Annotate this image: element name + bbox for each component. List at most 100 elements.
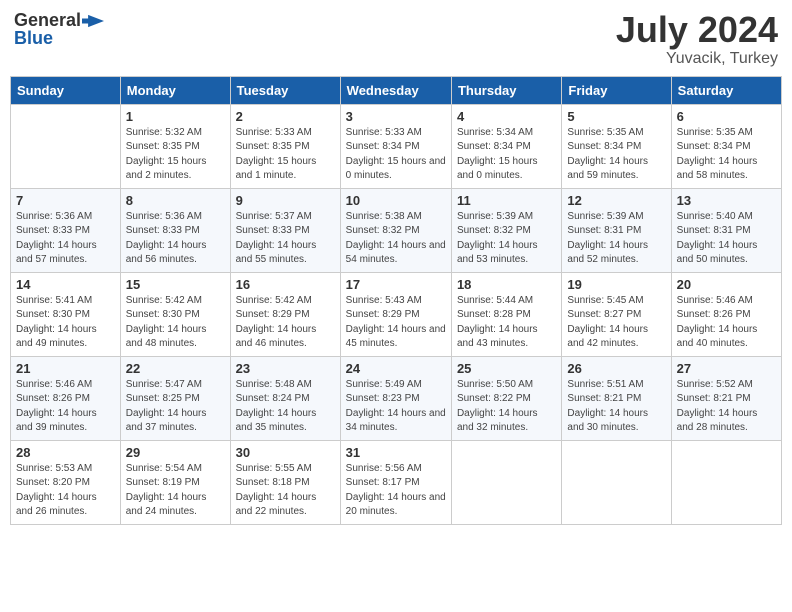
calendar-cell: 31 Sunrise: 5:56 AMSunset: 8:17 PMDayligh… [340,440,451,524]
day-number: 7 [16,193,115,208]
day-number: 2 [236,109,335,124]
calendar-table: SundayMondayTuesdayWednesdayThursdayFrid… [10,76,782,525]
day-info: Sunrise: 5:50 AMSunset: 8:22 PMDaylight:… [457,378,556,436]
day-number: 20 [677,277,776,292]
calendar-week-4: 21 Sunrise: 5:46 AMSunset: 8:26 PMDayligh… [11,356,782,440]
day-info: Sunrise: 5:48 AMSunset: 8:24 PMDaylight:… [236,378,335,436]
calendar-cell: 21 Sunrise: 5:46 AMSunset: 8:26 PMDayligh… [11,356,121,440]
logo-arrow-icon [82,12,104,30]
day-info: Sunrise: 5:42 AMSunset: 8:29 PMDaylight:… [236,294,335,352]
calendar-cell: 12Sunrise: 5:39 AMSunset: 8:31 PMDayligh… [562,188,671,272]
calendar-week-5: 28 Sunrise: 5:53 AMSunset: 8:20 PMDayligh… [11,440,782,524]
page-header: General Blue July 2024 Yuvacik, Turkey [10,10,782,68]
calendar-cell: 23 Sunrise: 5:48 AMSunset: 8:24 PMDayligh… [230,356,340,440]
calendar-cell: 27 Sunrise: 5:52 AMSunset: 8:21 PMDayligh… [671,356,781,440]
day-info: Sunrise: 5:32 AMSunset: 8:35 PMDaylight:… [126,126,225,184]
day-info: Sunrise: 5:52 AMSunset: 8:21 PMDaylight:… [677,378,776,436]
day-info: Sunrise: 5:41 AMSunset: 8:30 PMDaylight:… [16,294,115,352]
day-number: 19 [567,277,665,292]
day-info: Sunrise: 5:54 AMSunset: 8:19 PMDaylight:… [126,462,225,520]
calendar-week-1: 1 Sunrise: 5:32 AMSunset: 8:35 PMDaylight… [11,104,782,188]
calendar-cell: 16Sunrise: 5:42 AMSunset: 8:29 PMDayligh… [230,272,340,356]
calendar-cell [671,440,781,524]
calendar-cell: 14 Sunrise: 5:41 AMSunset: 8:30 PMDayligh… [11,272,121,356]
calendar-cell: 8Sunrise: 5:36 AMSunset: 8:33 PMDaylight… [120,188,230,272]
weekday-header-thursday: Thursday [451,76,561,104]
calendar-cell: 18 Sunrise: 5:44 AMSunset: 8:28 PMDayligh… [451,272,561,356]
calendar-cell: 22 Sunrise: 5:47 AMSunset: 8:25 PMDayligh… [120,356,230,440]
day-info: Sunrise: 5:56 AMSunset: 8:17 PMDaylight:… [346,462,446,520]
day-info: Sunrise: 5:46 AMSunset: 8:26 PMDaylight:… [16,378,115,436]
calendar-cell: 10Sunrise: 5:38 AMSunset: 8:32 PMDayligh… [340,188,451,272]
day-number: 11 [457,193,556,208]
weekday-header-wednesday: Wednesday [340,76,451,104]
calendar-cell: 26 Sunrise: 5:51 AMSunset: 8:21 PMDayligh… [562,356,671,440]
day-number: 4 [457,109,556,124]
calendar-cell: 28 Sunrise: 5:53 AMSunset: 8:20 PMDayligh… [11,440,121,524]
day-number: 9 [236,193,335,208]
day-number: 29 [126,445,225,460]
day-info: Sunrise: 5:53 AMSunset: 8:20 PMDaylight:… [16,462,115,520]
day-number: 23 [236,361,335,376]
day-number: 14 [16,277,115,292]
calendar-cell: 2 Sunrise: 5:33 AMSunset: 8:35 PMDaylight… [230,104,340,188]
calendar-cell: 13Sunrise: 5:40 AMSunset: 8:31 PMDayligh… [671,188,781,272]
calendar-cell: 3 Sunrise: 5:33 AMSunset: 8:34 PMDaylight… [340,104,451,188]
calendar-cell: 29 Sunrise: 5:54 AMSunset: 8:19 PMDayligh… [120,440,230,524]
calendar-cell: 5Sunrise: 5:35 AMSunset: 8:34 PMDaylight… [562,104,671,188]
day-number: 5 [567,109,665,124]
day-info: Sunrise: 5:35 AMSunset: 8:34 PMDaylight:… [677,126,776,184]
day-number: 18 [457,277,556,292]
calendar-cell: 30Sunrise: 5:55 AMSunset: 8:18 PMDayligh… [230,440,340,524]
day-number: 21 [16,361,115,376]
day-info: Sunrise: 5:47 AMSunset: 8:25 PMDaylight:… [126,378,225,436]
day-number: 27 [677,361,776,376]
month-title: July 2024 [616,10,778,50]
day-number: 31 [346,445,446,460]
logo-blue: Blue [14,28,53,49]
calendar-week-2: 7 Sunrise: 5:36 AMSunset: 8:33 PMDaylight… [11,188,782,272]
day-info: Sunrise: 5:36 AMSunset: 8:33 PMDaylight:… [16,210,115,268]
day-number: 25 [457,361,556,376]
day-number: 22 [126,361,225,376]
day-info: Sunrise: 5:37 AMSunset: 8:33 PMDaylight:… [236,210,335,268]
calendar-header-row: SundayMondayTuesdayWednesdayThursdayFrid… [11,76,782,104]
calendar-cell: 17 Sunrise: 5:43 AMSunset: 8:29 PMDayligh… [340,272,451,356]
weekday-header-tuesday: Tuesday [230,76,340,104]
logo: General Blue [14,10,104,49]
calendar-cell [562,440,671,524]
calendar-cell: 4Sunrise: 5:34 AMSunset: 8:34 PMDaylight… [451,104,561,188]
calendar-cell: 15Sunrise: 5:42 AMSunset: 8:30 PMDayligh… [120,272,230,356]
day-info: Sunrise: 5:39 AMSunset: 8:31 PMDaylight:… [567,210,665,268]
day-info: Sunrise: 5:51 AMSunset: 8:21 PMDaylight:… [567,378,665,436]
calendar-cell: 6 Sunrise: 5:35 AMSunset: 8:34 PMDaylight… [671,104,781,188]
day-number: 26 [567,361,665,376]
day-info: Sunrise: 5:40 AMSunset: 8:31 PMDaylight:… [677,210,776,268]
calendar-cell: 11 Sunrise: 5:39 AMSunset: 8:32 PMDayligh… [451,188,561,272]
title-block: July 2024 Yuvacik, Turkey [616,10,778,68]
day-number: 28 [16,445,115,460]
day-info: Sunrise: 5:44 AMSunset: 8:28 PMDaylight:… [457,294,556,352]
day-number: 3 [346,109,446,124]
calendar-cell: 1 Sunrise: 5:32 AMSunset: 8:35 PMDaylight… [120,104,230,188]
weekday-header-friday: Friday [562,76,671,104]
day-number: 1 [126,109,225,124]
day-number: 24 [346,361,446,376]
day-info: Sunrise: 5:33 AMSunset: 8:35 PMDaylight:… [236,126,335,184]
day-info: Sunrise: 5:45 AMSunset: 8:27 PMDaylight:… [567,294,665,352]
calendar-cell: 24Sunrise: 5:49 AMSunset: 8:23 PMDayligh… [340,356,451,440]
logo-container: General Blue [14,10,104,49]
day-number: 17 [346,277,446,292]
day-info: Sunrise: 5:39 AMSunset: 8:32 PMDaylight:… [457,210,556,268]
day-info: Sunrise: 5:42 AMSunset: 8:30 PMDaylight:… [126,294,225,352]
calendar-cell: 20Sunrise: 5:46 AMSunset: 8:26 PMDayligh… [671,272,781,356]
calendar-cell: 7 Sunrise: 5:36 AMSunset: 8:33 PMDaylight… [11,188,121,272]
calendar-cell: 25 Sunrise: 5:50 AMSunset: 8:22 PMDayligh… [451,356,561,440]
day-number: 6 [677,109,776,124]
calendar-cell: 9 Sunrise: 5:37 AMSunset: 8:33 PMDaylight… [230,188,340,272]
day-number: 10 [346,193,446,208]
day-info: Sunrise: 5:36 AMSunset: 8:33 PMDaylight:… [126,210,225,268]
day-info: Sunrise: 5:43 AMSunset: 8:29 PMDaylight:… [346,294,446,352]
day-info: Sunrise: 5:33 AMSunset: 8:34 PMDaylight:… [346,126,446,184]
weekday-header-saturday: Saturday [671,76,781,104]
